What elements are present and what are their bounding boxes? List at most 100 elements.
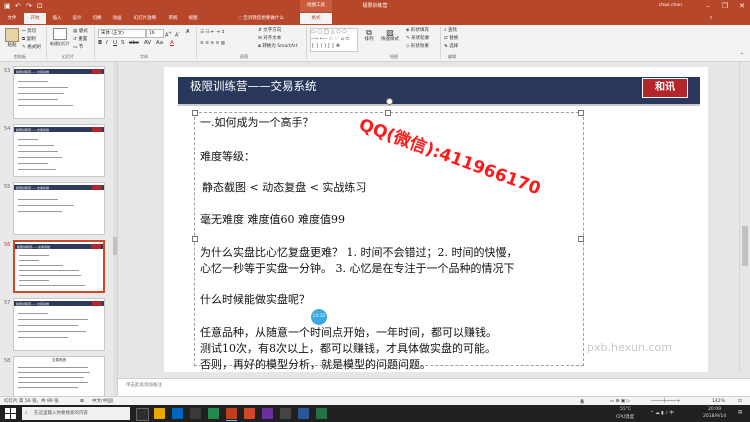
tab-format[interactable]: 格式 <box>300 13 332 24</box>
clock-time[interactable]: 20:09 <box>708 407 721 412</box>
share-button[interactable]: ⇪ <box>700 13 722 24</box>
slide-thumbnail[interactable]: 极限训练营——交易系统 <box>13 66 105 119</box>
paste-button[interactable]: 粘贴 <box>4 28 20 49</box>
format-painter-button[interactable]: ✎ 格式刷 <box>22 44 41 51</box>
tab-view[interactable]: 视图 <box>184 13 202 24</box>
tab-slideshow[interactable]: 幻灯片放映 <box>128 13 162 24</box>
reset-button[interactable]: ↺ 重置 <box>73 36 87 43</box>
notes-pane[interactable]: 单击此处添加备注 <box>118 378 750 397</box>
timer-bubble[interactable]: 15:32 <box>311 309 327 325</box>
slide-thumbnail[interactable]: 极限训练营——交易系统 <box>13 298 105 351</box>
shape-fill-button[interactable]: ◈ 形状填充 <box>406 27 429 34</box>
maximize-button[interactable]: ❐ <box>717 0 733 12</box>
windows-start-icon[interactable] <box>5 408 16 419</box>
word-icon[interactable] <box>298 408 309 419</box>
view-buttons[interactable]: ▭ ⊞ ▣ ▷ <box>610 398 630 405</box>
edge-browser-icon[interactable] <box>172 408 183 419</box>
tab-animations[interactable]: 动画 <box>108 13 126 24</box>
notifications-icon[interactable]: ▤ <box>738 410 742 415</box>
change-case-button[interactable]: Aa <box>156 40 163 47</box>
tab-home[interactable]: 开始 <box>24 13 46 24</box>
spellcheck-icon[interactable]: ⊠ <box>80 398 84 405</box>
tab-transitions[interactable]: 切换 <box>88 13 106 24</box>
new-slide-button[interactable]: 新建幻灯片 <box>50 28 70 47</box>
align-text-button[interactable]: ⊟ 对齐文本 <box>258 35 281 42</box>
section-button[interactable]: ▭ 节 <box>73 44 83 51</box>
powerpoint-icon[interactable] <box>226 408 237 419</box>
strikethrough-button[interactable]: abc <box>129 40 139 47</box>
vertical-scrollbar[interactable] <box>739 62 750 372</box>
text-direction-button[interactable]: ⇵ 文字方向 <box>258 27 281 34</box>
zoom-slider[interactable]: –────┼────+ <box>650 398 680 405</box>
shape-effects-button[interactable]: ◇ 形状效果 <box>406 43 429 50</box>
slide-thumbnail-selected[interactable]: 极限训练营——交易系统 <box>13 240 105 293</box>
resize-handle[interactable] <box>578 236 584 242</box>
grow-font-button[interactable]: A+ <box>165 29 172 40</box>
copy-button[interactable]: ⧉ 复制 <box>22 36 36 43</box>
slide-thumbnail[interactable]: 交易系统 <box>13 356 105 397</box>
quick-styles-button[interactable]: ▨ 快速样式 <box>380 29 400 43</box>
tab-file[interactable]: 文件 <box>2 13 22 24</box>
rotate-handle[interactable] <box>386 98 393 105</box>
divider <box>306 27 307 59</box>
cut-button[interactable]: ✂ 剪切 <box>22 28 36 35</box>
italic-button[interactable]: I <box>106 40 108 47</box>
tray-icons[interactable]: ^ ☁ ▮ ♪ 中 <box>650 410 674 416</box>
align-buttons[interactable]: ≡ ≡ ≡ ≡ ▥ <box>200 40 225 47</box>
resize-handle[interactable] <box>578 110 584 116</box>
font-size-select[interactable]: 16 <box>146 29 164 38</box>
close-button[interactable]: ✕ <box>734 0 750 12</box>
tab-insert[interactable]: 插入 <box>48 13 66 24</box>
file-explorer-icon[interactable] <box>154 408 165 419</box>
app-icon[interactable] <box>208 408 219 419</box>
replace-button[interactable]: ⇄ 替换 <box>444 35 458 42</box>
shrink-font-button[interactable]: A- <box>175 29 180 40</box>
zoom-level[interactable]: 142% <box>712 398 725 405</box>
notes-placeholder[interactable]: 单击此处添加备注 <box>126 382 162 388</box>
find-button[interactable]: ⌕ 查找 <box>444 27 457 34</box>
font-group-label: 字体 <box>140 54 148 59</box>
bullets-button[interactable]: ☰ ☷ ⇤ ⇥ ↕ <box>200 29 225 36</box>
task-view-icon[interactable] <box>136 408 149 421</box>
tab-review[interactable]: 审阅 <box>164 13 182 24</box>
tab-design[interactable]: 设计 <box>68 13 86 24</box>
layout-button[interactable]: ▤ 版式 <box>73 28 88 35</box>
slide-canvas[interactable]: 极限训练营——交易系统 和讯 一.如何成为一个高手？ 难度等级： 静态截图 < … <box>164 67 708 372</box>
font-family-select[interactable]: 宋体 (正文) <box>98 29 146 38</box>
scroll-handle[interactable] <box>742 226 748 266</box>
powerpoint-icon[interactable] <box>244 408 255 419</box>
select-button[interactable]: ⬉ 选择 <box>444 43 458 50</box>
smartart-button[interactable]: ⧈ 转换为 SmartArt <box>258 43 298 50</box>
shapes-gallery[interactable]: ▭ ▢ ◯ △ ⬡ ⬠ ⟶ ⟵ ☆ ♡ ⌂ ⬭{ } ( ) ⟦ ⟧ ✚ <box>310 28 358 52</box>
shape-outline-button[interactable]: ✎ 形状轮廓 <box>406 35 429 42</box>
store-icon[interactable] <box>190 408 201 419</box>
shadow-button[interactable]: S <box>121 40 125 47</box>
clear-format-icon[interactable]: A̸ <box>186 29 189 36</box>
slide-title[interactable]: 极限训练营——交易系统 <box>190 78 317 94</box>
minimize-button[interactable]: – <box>700 0 716 12</box>
user-name[interactable]: chao chen <box>659 1 682 11</box>
taskbar-search[interactable]: ⌕ 在这里输入你要搜索的内容 <box>22 407 130 420</box>
bold-button[interactable]: B <box>98 40 102 47</box>
char-spacing-button[interactable]: AV <box>144 40 151 47</box>
font-color-button[interactable]: A <box>170 40 174 47</box>
resize-handle[interactable] <box>385 110 391 116</box>
excel-icon[interactable] <box>316 408 327 419</box>
slide-thumbnail[interactable]: 极限训练营——交易系统 <box>13 124 105 177</box>
scroll-handle[interactable] <box>113 237 117 255</box>
resize-handle[interactable] <box>192 236 198 242</box>
language-indicator[interactable]: 中文(中国) <box>92 398 114 405</box>
media-icon[interactable] <box>262 408 273 419</box>
thumbnail-scrollbar[interactable] <box>113 62 117 397</box>
tell-me-box[interactable]: ◌ 告诉我您想要做什么 <box>238 13 284 24</box>
clock-date[interactable]: 2018/9/14 <box>703 414 726 419</box>
arrange-button[interactable]: ⧉ 排列 <box>362 29 376 43</box>
content-line: 静态截图 < 动态复盘 < 实战练习 <box>202 181 367 194</box>
resize-handle[interactable] <box>192 110 198 116</box>
underline-button[interactable]: U <box>113 40 117 47</box>
app-icon[interactable] <box>280 408 291 419</box>
collapse-ribbon-icon[interactable]: ^ <box>740 52 744 59</box>
fit-to-window-icon[interactable]: ⊡ <box>738 398 742 405</box>
copy-icon: ⧉ <box>22 37 26 42</box>
slide-thumbnail[interactable]: 极限训练营——交易系统 <box>13 182 105 235</box>
